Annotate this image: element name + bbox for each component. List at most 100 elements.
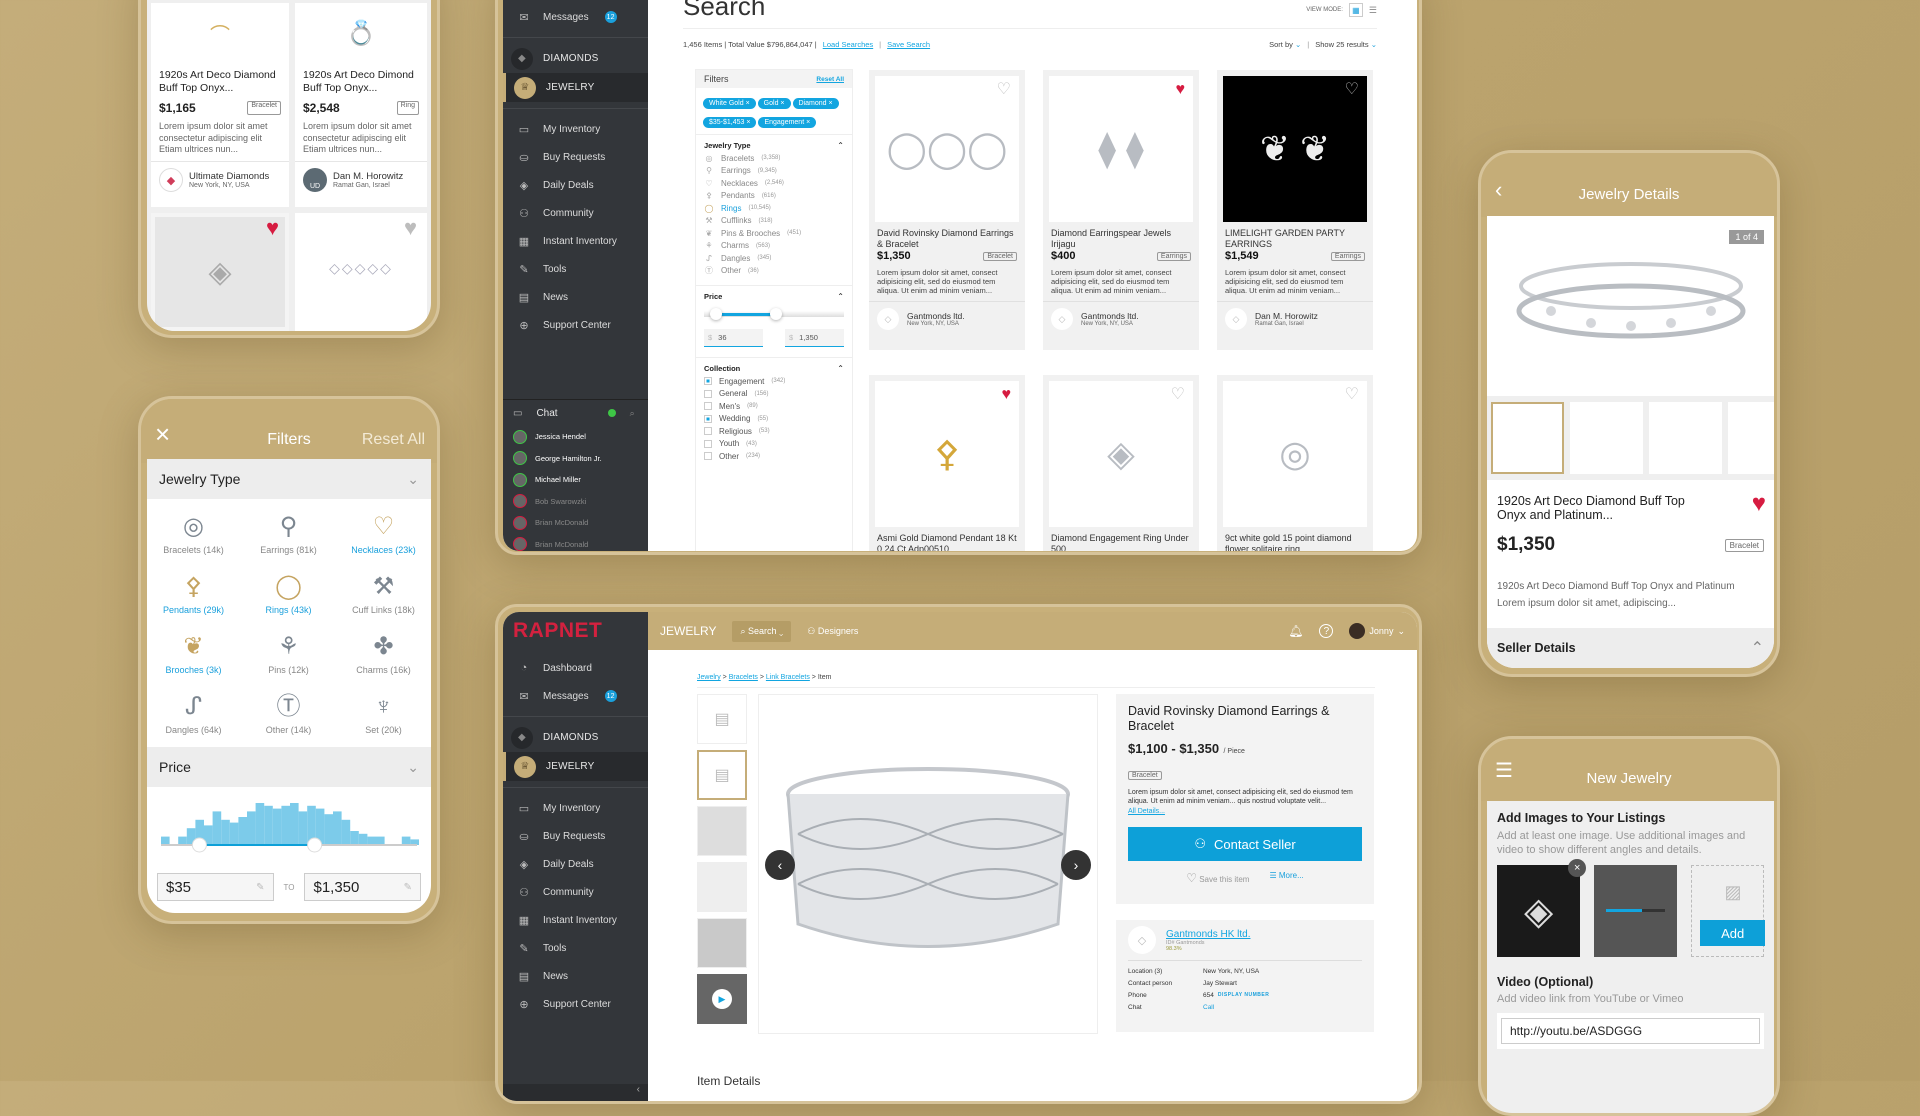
sidebar-item-jewelry[interactable]: ♕ JEWELRY <box>503 752 648 781</box>
sidebar-item-my-inventory[interactable]: ▭ My Inventory <box>503 794 648 822</box>
more-button[interactable]: ☰ More... <box>1269 871 1303 885</box>
jewelry-type-tile[interactable]: ⚲ Earrings (81k) <box>242 509 335 555</box>
filter-chip[interactable]: White Gold × <box>703 98 756 109</box>
video-thumbnail[interactable]: ▶ <box>697 974 747 1024</box>
thumbnail[interactable] <box>697 862 747 912</box>
sidebar-item-news[interactable]: ▤ News <box>503 283 648 311</box>
sidebar-item-tools[interactable]: ✎ Tools <box>503 255 648 283</box>
checkbox[interactable] <box>704 427 712 436</box>
favorite-heart-icon[interactable]: ♡ <box>1345 82 1359 98</box>
sidebar-item-jewelry[interactable]: ♕ JEWELRY <box>503 73 648 102</box>
jewelry-type-option[interactable]: ⚘ Charms (563) <box>704 240 844 253</box>
sidebar-item-community[interactable]: ⚇ Community <box>503 878 648 906</box>
result-card[interactable]: ⚴ ♥ Asmi Gold Diamond Pendant 18 Kt 0 24 C… <box>869 375 1025 551</box>
info-value[interactable]: Call <box>1203 1004 1214 1011</box>
jewelry-type-option[interactable]: Ⓣ Other (36) <box>704 265 844 278</box>
jewelry-type-option[interactable]: ◯ Rings (10,545) <box>704 202 844 215</box>
jewelry-type-tile[interactable]: ᔑ Dangles (64k) <box>147 689 240 735</box>
collection-checkbox[interactable]: General (156) <box>704 388 844 401</box>
checkbox[interactable] <box>704 389 712 398</box>
slider-handle-min[interactable] <box>191 837 207 853</box>
jewelry-type-tile[interactable]: ⚘ Pins (12k) <box>242 629 335 675</box>
jewelry-type-tile[interactable]: ⚒ Cuff Links (18k) <box>337 569 430 615</box>
sidebar-item-diamonds[interactable]: ◆ DIAMONDS <box>503 723 648 752</box>
result-card[interactable]: ❦ ❦ ♡ LIMELIGHT GARDEN PARTY EARRINGS $1,54… <box>1217 70 1373 350</box>
filter-chip[interactable]: $35-$1,453 × <box>703 117 757 128</box>
listing-card[interactable]: 💍 1920s Art Deco Dimond Buff Top Onyx...… <box>295 3 427 207</box>
save-search-link[interactable]: Save Search <box>887 40 930 49</box>
chat-contact[interactable]: Brian McDonald <box>503 512 648 534</box>
chat-contact[interactable]: Brian McDonald <box>503 534 648 551</box>
favorite-heart-icon[interactable]: ♥ <box>1002 387 1012 403</box>
next-image-button[interactable]: › <box>1061 850 1091 880</box>
checkbox[interactable] <box>704 414 712 423</box>
favorite-heart-icon[interactable]: ♥ <box>266 217 279 239</box>
jewelry-type-tile[interactable]: Ⓣ Other (14k) <box>242 689 335 735</box>
online-status-dot[interactable] <box>607 409 616 417</box>
thumbnail[interactable] <box>697 806 747 856</box>
add-image-slot[interactable]: ▨ Add <box>1691 865 1765 957</box>
sidebar-item-diamonds[interactable]: ◆ DIAMONDS <box>503 44 648 73</box>
sidebar-item-messages[interactable]: ✉ Messages 12 <box>503 682 648 710</box>
jewelry-type-option[interactable]: ⚴ Pendants (616) <box>704 190 844 203</box>
checkbox[interactable] <box>704 377 712 386</box>
checkbox[interactable] <box>704 402 712 411</box>
list-view-icon[interactable]: ☰ <box>1369 5 1377 16</box>
favorite-heart-icon[interactable]: ♥ <box>404 217 417 239</box>
designers-menu[interactable]: ⚇ Designers <box>807 626 858 637</box>
sidebar-item-buy-requests[interactable]: ⛀ Buy Requests <box>503 143 648 171</box>
listing-card[interactable]: ⌒ 1920s Art Deco Diamond Buff Top Onyx..… <box>151 3 289 207</box>
jewelry-type-tile[interactable]: ❦ Brooches (3k) <box>147 629 240 675</box>
sidebar-item-instant-inventory[interactable]: ▦ Instant Inventory <box>503 227 648 255</box>
checkbox[interactable] <box>704 452 712 461</box>
jewelry-type-header[interactable]: Jewelry Type ⌄ <box>147 459 431 499</box>
sidebar-item-daily-deals[interactable]: ◈ Daily Deals <box>503 171 648 199</box>
card-seller[interactable]: ◇ Dan M. Horowitz Ramat Gan, Israel <box>1217 301 1373 336</box>
seller-name[interactable]: Dan M. Horowitz <box>333 171 403 182</box>
favorite-heart-icon[interactable]: ♡ <box>997 82 1011 98</box>
uploaded-image[interactable]: ◈ × <box>1497 859 1587 957</box>
sidebar-item-news[interactable]: ▤ News <box>503 962 648 990</box>
sort-by-dropdown[interactable]: Sort by ⌄ <box>1269 40 1301 49</box>
reset-all-link[interactable]: Reset All <box>816 76 844 83</box>
collection-checkbox[interactable]: Engagement (342) <box>704 375 844 388</box>
jewelry-type-option[interactable]: ⚒ Cufflinks (318) <box>704 215 844 228</box>
thumbnail[interactable]: ▤ <box>697 694 747 744</box>
thumbnail-selected[interactable]: ▤ <box>697 750 747 800</box>
jewelry-type-tile[interactable]: ♡ Necklaces (23k) <box>337 509 430 555</box>
favorite-heart-icon[interactable]: ♥ <box>1752 492 1766 516</box>
save-item-button[interactable]: ♡ Save this item <box>1186 871 1249 885</box>
sidebar-item-messages[interactable]: ✉ Messages 12 <box>503 3 648 31</box>
filter-chip[interactable]: Engagement × <box>758 117 817 128</box>
price-min-input[interactable]: $36 <box>704 329 763 347</box>
collection-checkbox[interactable]: Youth (43) <box>704 438 844 451</box>
reset-all-button[interactable]: Reset All <box>362 431 425 449</box>
sidebar-item-community[interactable]: ⚇ Community <box>503 199 648 227</box>
checkbox[interactable] <box>704 439 712 448</box>
price-max-input[interactable]: $1,350 <box>785 329 844 347</box>
display-number-link[interactable]: DISPLAY NUMBER <box>1218 992 1269 998</box>
jewelry-type-option[interactable]: ⚲ Earrings (9,345) <box>704 165 844 178</box>
jewelry-type-tile[interactable]: ✤ Charms (16k) <box>337 629 430 675</box>
result-card[interactable]: ◎ ♡ 9ct white gold 15 point diamond flower… <box>1217 375 1373 551</box>
listing-card[interactable]: ◈ ♥ <box>151 213 289 331</box>
sidebar-item-buy-requests[interactable]: ⛀ Buy Requests <box>503 822 648 850</box>
result-card[interactable]: ◯◯◯ ♡ David Rovinsky Diamond Earrings & Br… <box>869 70 1025 350</box>
previous-image-button[interactable]: ‹ <box>765 850 795 880</box>
listing-card[interactable]: ◇◇◇◇◇ ♥ <box>295 213 427 331</box>
sidebar-item-instant-inventory[interactable]: ▦ Instant Inventory <box>503 906 648 934</box>
collection-checkbox[interactable]: Other (234) <box>704 450 844 463</box>
collapse-sidebar-button[interactable]: ‹ <box>503 1084 648 1101</box>
seller-name[interactable]: Ultimate Diamonds <box>189 171 269 182</box>
jewelry-type-option[interactable]: ♡ Necklaces (2,546) <box>704 177 844 190</box>
favorite-heart-icon[interactable]: ♥ <box>1176 82 1186 98</box>
all-details-link[interactable]: All Details... <box>1128 808 1362 815</box>
thumbnail-selected[interactable] <box>1491 402 1564 474</box>
thumbnail[interactable] <box>1649 402 1722 474</box>
load-searches-link[interactable]: Load Searches <box>823 40 873 49</box>
sidebar-item-daily-deals[interactable]: ◈ Daily Deals <box>503 850 648 878</box>
filter-chip[interactable]: Diamond × <box>792 98 839 109</box>
card-seller[interactable]: ◇ Gantmonds ltd. New York, NY, USA <box>1043 301 1199 336</box>
jewelry-type-tile[interactable]: ♆ Set (20k) <box>337 689 430 735</box>
sidebar-item-tools[interactable]: ✎ Tools <box>503 934 648 962</box>
